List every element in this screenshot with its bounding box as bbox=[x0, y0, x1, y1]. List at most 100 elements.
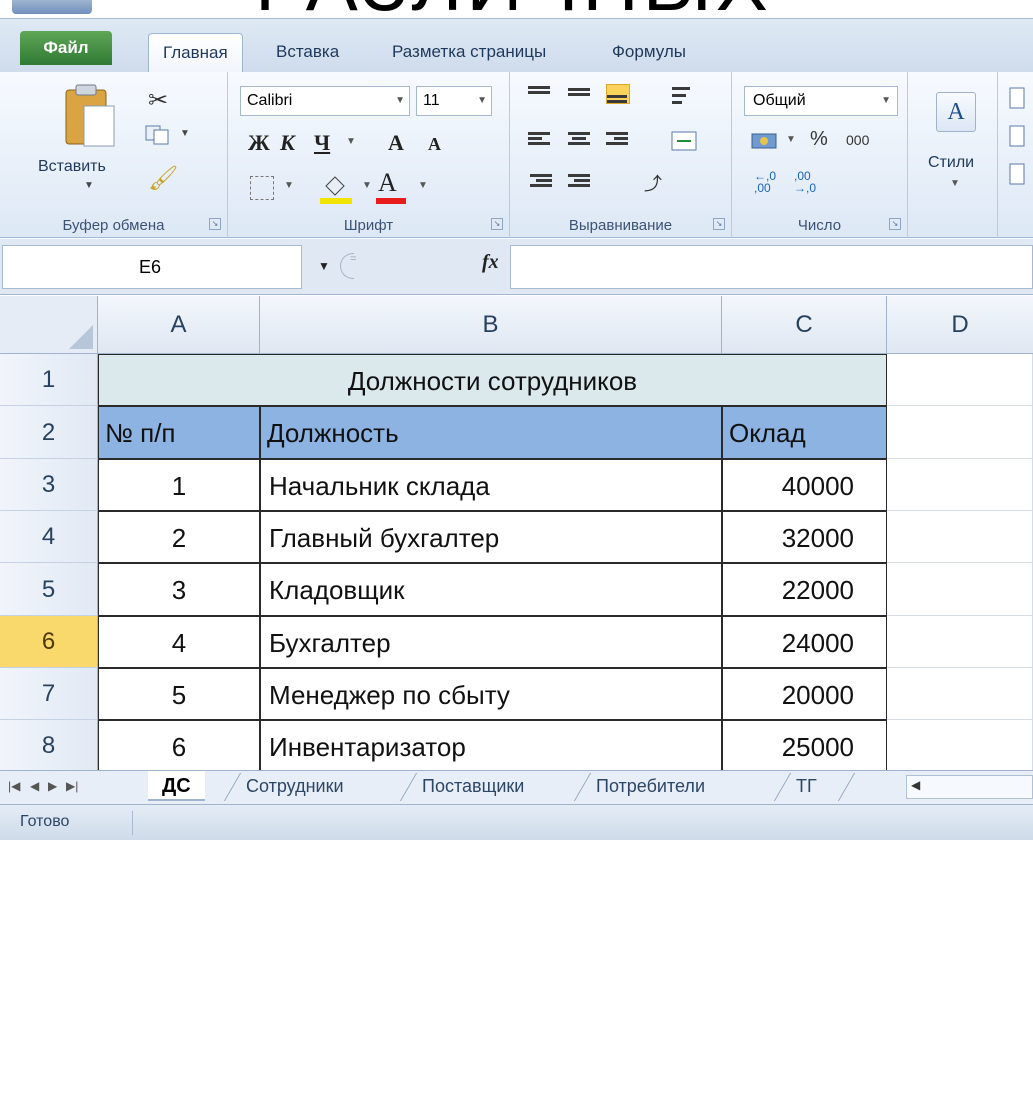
scroll-left-icon[interactable]: ◀ bbox=[911, 778, 920, 792]
tab-insert[interactable]: Вставка bbox=[262, 33, 353, 73]
cells-icon[interactable] bbox=[1008, 84, 1028, 204]
sheet-tab-suppliers[interactable]: Поставщики bbox=[408, 771, 538, 801]
paste-dropdown-icon[interactable]: ▼ bbox=[84, 180, 94, 191]
row-header[interactable]: 1 bbox=[0, 354, 98, 406]
row-header[interactable]: 5 bbox=[0, 563, 98, 616]
cut-icon[interactable]: ✂ bbox=[148, 86, 168, 115]
cell-salary[interactable]: 24000 bbox=[722, 616, 887, 668]
styles-dropdown-icon[interactable]: ▼ bbox=[950, 178, 960, 189]
sheet-tab-tg[interactable]: ТГ bbox=[782, 771, 831, 801]
percent-style-button[interactable]: % bbox=[810, 128, 828, 151]
cell-salary[interactable]: 22000 bbox=[722, 563, 887, 616]
sheet-tab-ds[interactable]: ДС bbox=[148, 771, 205, 801]
cell-position[interactable]: Кладовщик bbox=[260, 563, 722, 616]
styles-button[interactable]: Стили bbox=[928, 154, 974, 172]
thousands-separator-button[interactable]: 000 bbox=[846, 132, 869, 148]
row-header[interactable]: 2 bbox=[0, 406, 98, 459]
cell-number[interactable]: 1 bbox=[98, 459, 260, 511]
header-cell-position[interactable]: Должность bbox=[260, 406, 722, 459]
paste-button[interactable]: Вставить bbox=[38, 158, 106, 176]
header-cell-number[interactable]: № п/п bbox=[98, 406, 260, 459]
align-bottom-icon[interactable] bbox=[606, 84, 630, 104]
fill-color-icon[interactable] bbox=[320, 172, 350, 200]
grow-font-button[interactable]: A bbox=[388, 130, 404, 156]
bold-button[interactable]: Ж bbox=[248, 130, 270, 156]
next-sheet-icon[interactable]: ▶ bbox=[48, 779, 57, 793]
table-title-cell[interactable]: Должности сотрудников bbox=[98, 354, 887, 406]
cell-position[interactable]: Главный бухгалтер bbox=[260, 511, 722, 563]
styles-icon[interactable]: A bbox=[936, 92, 976, 132]
column-header-d[interactable]: D bbox=[887, 296, 1033, 354]
alignment-launcher-icon[interactable]: ↘ bbox=[713, 218, 725, 230]
decrease-decimal-icon[interactable]: ,00 →,0 bbox=[794, 170, 816, 194]
row-header[interactable]: 4 bbox=[0, 511, 98, 563]
row-header[interactable]: 7 bbox=[0, 668, 98, 720]
number-format-select[interactable]: Общий ▼ bbox=[744, 86, 898, 116]
row-header[interactable]: 6 bbox=[0, 616, 98, 668]
currency-format-icon[interactable] bbox=[750, 130, 778, 152]
align-left-icon[interactable] bbox=[528, 130, 552, 150]
empty-cell[interactable] bbox=[887, 459, 1033, 511]
empty-cell[interactable] bbox=[887, 720, 1033, 772]
borders-icon[interactable] bbox=[250, 176, 274, 200]
copy-dropdown-icon[interactable]: ▼ bbox=[180, 128, 190, 139]
cell-salary[interactable]: 20000 bbox=[722, 668, 887, 720]
font-color-dropdown-icon[interactable]: ▼ bbox=[418, 180, 428, 191]
cell-number[interactable]: 4 bbox=[98, 616, 260, 668]
format-painter-icon[interactable]: 🖌 bbox=[148, 164, 178, 193]
italic-button[interactable]: К bbox=[280, 130, 295, 156]
cell-position[interactable]: Бухгалтер bbox=[260, 616, 722, 668]
cell-number[interactable]: 3 bbox=[98, 563, 260, 616]
font-color-button[interactable]: A bbox=[378, 168, 397, 198]
align-middle-icon[interactable] bbox=[568, 86, 592, 106]
decrease-indent-icon[interactable] bbox=[530, 172, 554, 192]
empty-cell[interactable] bbox=[887, 668, 1033, 720]
row-header[interactable]: 3 bbox=[0, 459, 98, 511]
tab-home[interactable]: Главная bbox=[148, 33, 243, 74]
clipboard-launcher-icon[interactable]: ↘ bbox=[209, 218, 221, 230]
font-name-select[interactable]: Calibri ▼ bbox=[240, 86, 410, 116]
empty-cell[interactable] bbox=[887, 406, 1033, 459]
cell-number[interactable]: 2 bbox=[98, 511, 260, 563]
empty-cell[interactable] bbox=[887, 511, 1033, 563]
empty-cell[interactable] bbox=[887, 616, 1033, 668]
formula-input[interactable] bbox=[510, 245, 1033, 289]
select-all-corner[interactable] bbox=[0, 296, 98, 354]
header-cell-salary[interactable]: Оклад bbox=[722, 406, 887, 459]
tab-formulas[interactable]: Формулы bbox=[598, 33, 700, 73]
name-box-dropdown-icon[interactable]: ▼ bbox=[318, 259, 330, 273]
paste-icon[interactable] bbox=[62, 82, 118, 152]
align-right-icon[interactable] bbox=[606, 130, 630, 150]
cell-number[interactable]: 6 bbox=[98, 720, 260, 772]
empty-cell[interactable] bbox=[887, 354, 1033, 406]
cell-position[interactable]: Начальник склада bbox=[260, 459, 722, 511]
tab-page-layout[interactable]: Разметка страницы bbox=[378, 33, 560, 73]
number-launcher-icon[interactable]: ↘ bbox=[889, 218, 901, 230]
first-sheet-icon[interactable]: |◀ bbox=[8, 779, 20, 793]
row-header[interactable]: 8 bbox=[0, 720, 98, 772]
cell-salary[interactable]: 25000 bbox=[722, 720, 887, 772]
wrap-text-icon[interactable] bbox=[670, 84, 694, 108]
align-top-icon[interactable] bbox=[528, 84, 552, 104]
sheet-tab-consumers[interactable]: Потребители bbox=[582, 771, 719, 801]
shrink-font-button[interactable]: A bbox=[428, 134, 441, 155]
cell-position[interactable]: Менеджер по сбыту bbox=[260, 668, 722, 720]
name-box[interactable]: E6 bbox=[2, 245, 302, 289]
sheet-tab-employees[interactable]: Сотрудники bbox=[232, 771, 358, 801]
orientation-icon[interactable]: ⤴ bbox=[644, 170, 662, 196]
underline-button[interactable]: Ч bbox=[314, 130, 330, 156]
fill-color-dropdown-icon[interactable]: ▼ bbox=[362, 180, 372, 191]
column-header-b[interactable]: B bbox=[260, 296, 722, 354]
last-sheet-icon[interactable]: ▶| bbox=[66, 779, 78, 793]
cell-salary[interactable]: 32000 bbox=[722, 511, 887, 563]
quick-access-toolbar[interactable] bbox=[12, 0, 92, 14]
cell-salary[interactable]: 40000 bbox=[722, 459, 887, 511]
font-size-select[interactable]: 11 ▼ bbox=[416, 86, 492, 116]
currency-dropdown-icon[interactable]: ▼ bbox=[786, 134, 796, 145]
prev-sheet-icon[interactable]: ◀ bbox=[30, 779, 39, 793]
underline-dropdown-icon[interactable]: ▼ bbox=[346, 136, 356, 147]
increase-indent-icon[interactable] bbox=[568, 172, 592, 192]
font-launcher-icon[interactable]: ↘ bbox=[491, 218, 503, 230]
merge-center-icon[interactable] bbox=[670, 130, 698, 152]
increase-decimal-icon[interactable]: ←,0,00 bbox=[754, 170, 776, 194]
